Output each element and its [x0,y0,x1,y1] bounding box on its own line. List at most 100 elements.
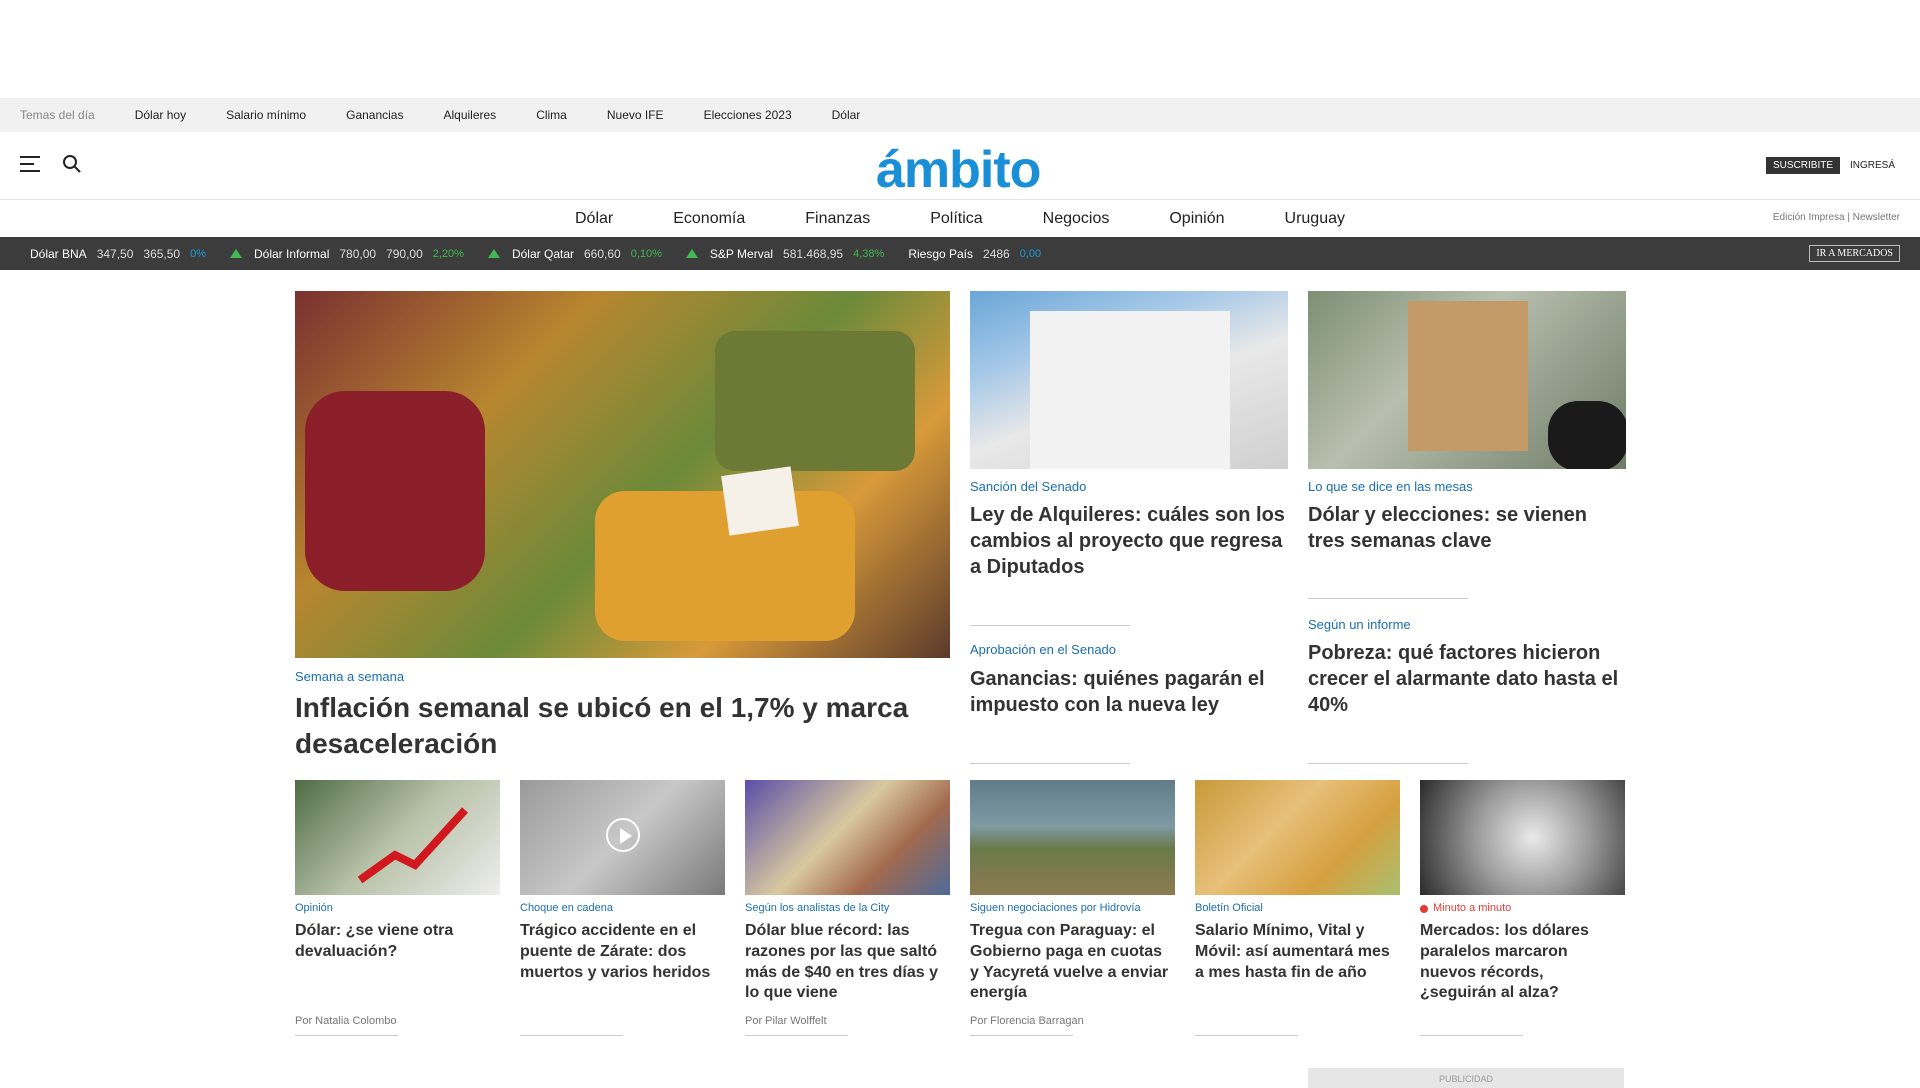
divider [1195,1035,1298,1036]
divider [1420,1035,1523,1036]
divider [520,1035,623,1036]
nav-dolar[interactable]: Dólar [575,210,613,228]
nav-politica[interactable]: Política [930,210,982,228]
main-nav: Dólar Economía Finanzas Política Negocio… [0,200,1920,237]
ticker-name: Riesgo País [908,246,974,261]
ticker-buy: 780,00 [339,246,377,261]
row-image-6[interactable] [1420,780,1625,895]
play-icon[interactable] [606,818,640,852]
ticker-change: 0,00 [1019,247,1042,260]
divider [970,1035,1073,1036]
topic-salario-minimo[interactable]: Salario mínimo [226,108,306,122]
row-image-3[interactable] [745,780,950,895]
ticker-item[interactable]: S&P Merval 581.468,95 4,38% [685,246,885,261]
site-logo[interactable]: ámbito [876,140,1041,200]
ticker-value: 581.468,95 [783,246,844,261]
ticker-item[interactable]: Dólar Informal 780,00 790,00 2,20% [230,247,464,261]
ticker-name: Dólar Qatar [511,246,574,261]
row-kicker-2[interactable]: Choque en cadena [520,902,613,914]
divider [1308,763,1468,764]
print-edition-link[interactable]: Edición Impresa [1773,212,1845,223]
row-author-4[interactable]: Por Florencia Barragan [970,1015,1084,1027]
photo-hand-shape [1548,401,1626,469]
row-kicker-6[interactable]: Minuto a minuto [1433,902,1511,914]
ticker-name: Dólar Informal [254,246,330,261]
chart-arrow-icon [357,807,468,884]
row-image-5[interactable] [1195,780,1400,895]
row-kicker-1[interactable]: Opinión [295,902,333,914]
subscribe-button[interactable]: SUSCRIBITE [1765,157,1840,174]
markets-button[interactable]: IR A MERCADOS [1809,245,1900,262]
ticker-value: 2486 [983,246,1010,261]
topic-dolar[interactable]: Dólar [832,108,861,122]
topic-clima[interactable]: Clima [536,108,567,122]
row-kicker-3[interactable]: Según los analistas de la City [745,902,889,914]
divider [970,625,1130,626]
row-title-4[interactable]: Tregua con Paraguay: el Gobierno paga en… [970,921,1170,1004]
login-link[interactable]: INGRESÁ [1850,160,1895,171]
row-title-5[interactable]: Salario Mínimo, Vital y Móvil: así aumen… [1195,921,1395,983]
photo-figure-shape [305,391,485,591]
advertisement-label: PUBLICIDAD [1308,1068,1624,1088]
ticker-value: 660,60 [584,246,621,261]
col2-story-image[interactable] [970,291,1288,469]
divider [1308,598,1468,599]
col3-title-2[interactable]: Pobreza: qué factores hicieron crecer el… [1308,640,1626,718]
topic-elecciones[interactable]: Elecciones 2023 [704,108,792,122]
row-kicker-5[interactable]: Boletín Oficial [1195,902,1263,914]
row-author-1[interactable]: Por Natalia Colombo [295,1015,397,1027]
lead-story-image[interactable] [295,291,950,658]
divider [970,763,1130,764]
topic-ganancias[interactable]: Ganancias [346,108,403,122]
nav-uruguay[interactable]: Uruguay [1285,210,1345,228]
topic-alquileres[interactable]: Alquileres [443,108,496,122]
lead-kicker[interactable]: Semana a semana [295,669,404,684]
col2-kicker-1[interactable]: Sanción del Senado [970,479,1086,494]
newsletter-link[interactable]: Newsletter [1853,212,1900,223]
trending-topics-bar: Temas del día Dólar hoy Salario mínimo G… [0,98,1920,132]
live-dot-icon [1420,905,1428,913]
ticker-change: 2,20% [432,247,464,260]
ticker-change: 0% [190,247,206,260]
nav-economia[interactable]: Economía [673,210,745,228]
ticker-change: 4,38% [853,247,885,260]
search-icon[interactable] [62,154,82,174]
ticker-buy: 347,50 [96,246,134,261]
col3-story-image[interactable] [1308,291,1626,469]
row-title-3[interactable]: Dólar blue récord: las razones por las q… [745,921,945,1004]
row-image-4[interactable] [970,780,1175,895]
menu-icon[interactable] [20,156,40,174]
market-ticker: Dólar BNA 347,50 365,50 0% Dólar Informa… [0,237,1920,270]
row-title-2[interactable]: Trágico accidente en el puente de Zárate… [520,921,720,983]
divider [745,1035,848,1036]
topic-dolar-hoy[interactable]: Dólar hoy [135,108,186,122]
row-title-6[interactable]: Mercados: los dólares paralelos marcaron… [1420,921,1620,1004]
col3-kicker-2[interactable]: Según un informe [1308,617,1411,632]
ticker-item[interactable]: Dólar BNA 347,50 365,50 0% [30,247,206,261]
row-kicker-4[interactable]: Siguen negociaciones por Hidrovía [970,902,1141,914]
row-image-2[interactable] [520,780,725,895]
col3-kicker-1[interactable]: Lo que se dice en las mesas [1308,479,1473,494]
photo-produce-shape [715,331,915,471]
photo-building-shape [1030,311,1230,469]
topic-nuevo-ife[interactable]: Nuevo IFE [607,108,664,122]
up-arrow-icon [230,249,242,258]
col2-title-2[interactable]: Ganancias: quiénes pagarán el impuesto c… [970,666,1288,718]
col2-kicker-2[interactable]: Aprobación en el Senado [970,642,1116,657]
photo-fruit-shape [595,491,855,641]
row-author-3[interactable]: Por Pilar Wolffelt [745,1015,827,1027]
col2-title-1[interactable]: Ley de Alquileres: cuáles son los cambio… [970,502,1288,580]
ticker-item[interactable]: Riesgo País 2486 0,00 [908,247,1041,261]
up-arrow-icon [685,249,698,258]
row-title-1[interactable]: Dólar: ¿se viene otra devaluación? [295,921,495,963]
row-image-1[interactable] [295,780,500,895]
ticker-sell: 365,50 [143,246,181,261]
nav-finanzas[interactable]: Finanzas [805,210,870,228]
ticker-item[interactable]: Dólar Qatar 660,60 0,10% [487,246,662,261]
lead-title[interactable]: Inflación semanal se ubicó en el 1,7% y … [295,690,950,763]
site-header: ámbito SUSCRIBITE INGRESÁ [0,132,1920,200]
nav-negocios[interactable]: Negocios [1043,210,1110,228]
nav-opinion[interactable]: Opinión [1169,210,1224,228]
ticker-change: 0,10% [630,247,662,260]
col3-title-1[interactable]: Dólar y elecciones: se vienen tres seman… [1308,502,1626,554]
